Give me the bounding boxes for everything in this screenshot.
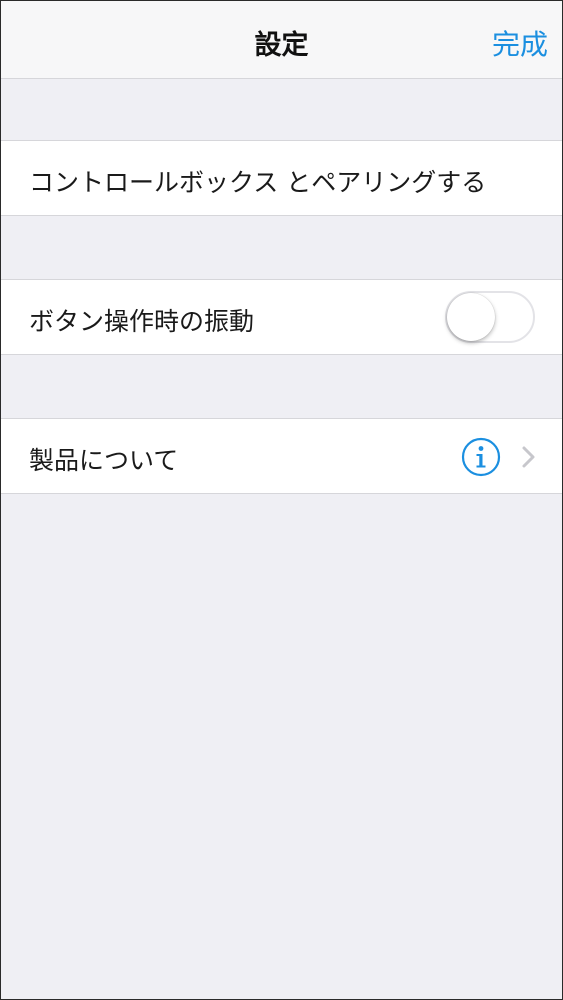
settings-screen: 設定 完成 コントロールボックス とペアリングする ボタン操作時の振動 製品につ… [0,0,563,1000]
navigation-bar: 設定 完成 [1,1,562,79]
about-product-label: 製品について [29,446,179,475]
done-button[interactable]: 完成 [492,23,548,63]
info-icon[interactable] [461,437,501,477]
pair-control-box-label: コントロールボックス とペアリングする [29,168,487,197]
page-title: 設定 [254,30,309,61]
toggle-knob [447,293,495,341]
button-vibration-label: ボタン操作時の振動 [29,307,255,336]
about-product-row[interactable]: 製品について [1,418,562,494]
pair-control-box-row[interactable]: コントロールボックス とペアリングする [1,140,562,216]
chevron-right-icon [522,446,535,468]
button-vibration-row: ボタン操作時の振動 [1,279,562,355]
vibration-toggle[interactable] [445,291,535,343]
